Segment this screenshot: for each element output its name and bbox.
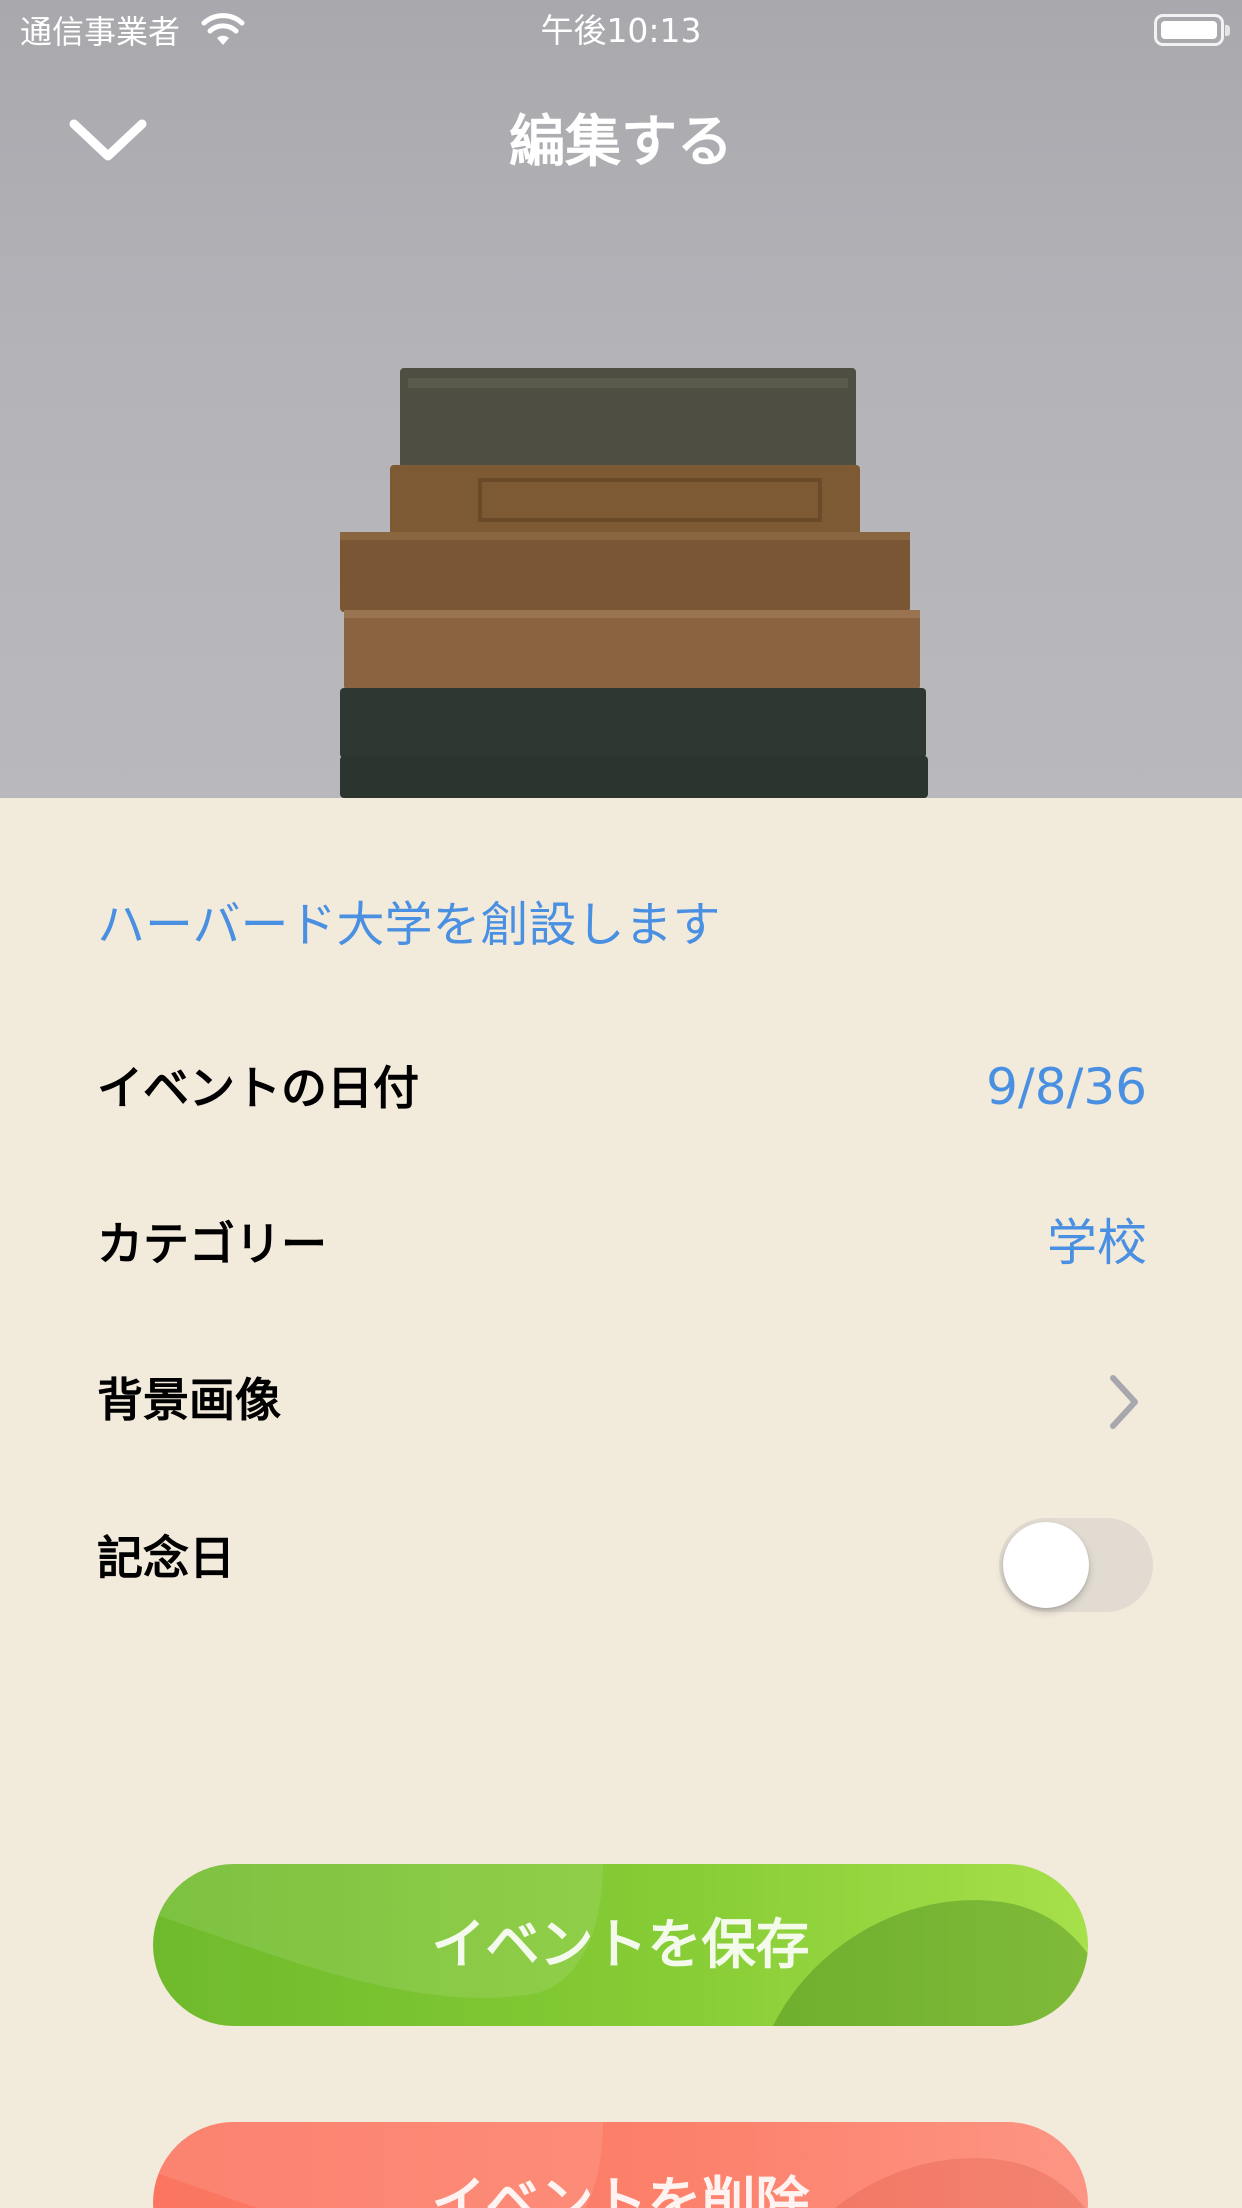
event-date-row[interactable]: イベントの日付 9/8/36 <box>97 1038 1147 1138</box>
status-time: 午後10:13 <box>540 11 702 50</box>
battery-icon <box>1154 14 1230 46</box>
background-image-row[interactable]: 背景画像 <box>97 1350 1147 1450</box>
anniversary-label: 記念日 <box>97 1531 235 1585</box>
chevron-right-icon <box>1110 1375 1138 1429</box>
save-event-label: イベントを保存 <box>431 1913 810 1976</box>
event-date-value[interactable]: 9/8/36 <box>986 1056 1147 1118</box>
delete-event-label: イベントを削除 <box>431 2171 810 2208</box>
background-image: 通信事業者 午後10:13 編集する <box>0 0 1242 798</box>
event-date-label: イベントの日付 <box>97 1061 419 1115</box>
anniversary-row: 記念日 <box>97 1508 1153 1612</box>
anniversary-toggle[interactable] <box>999 1518 1153 1612</box>
category-value[interactable]: 学校 <box>1047 1212 1147 1274</box>
category-row[interactable]: カテゴリー 学校 <box>97 1194 1147 1294</box>
save-event-button[interactable]: イベントを保存 <box>153 1864 1088 2026</box>
event-title-input[interactable]: ハーバード大学を創設します <box>97 895 721 955</box>
page-title: 編集する <box>509 110 733 175</box>
delete-event-button[interactable]: イベントを削除 <box>153 2122 1088 2208</box>
background-image-label: 背景画像 <box>97 1373 281 1427</box>
toggle-knob <box>1003 1522 1089 1608</box>
category-label: カテゴリー <box>97 1217 327 1271</box>
status-bar: 通信事業者 午後10:13 <box>0 0 1242 62</box>
